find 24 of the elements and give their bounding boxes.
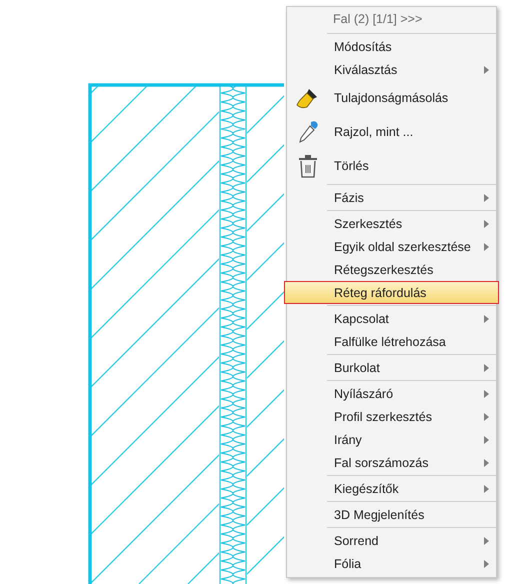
menu-item[interactable]: Fal sorszámozás [284,451,499,474]
menu-item[interactable]: Egyik oldal szerkesztése [284,235,499,258]
menu-item[interactable]: Rétegszerkesztés [284,258,499,281]
menu-item[interactable]: Réteg ráfordulás [284,281,499,304]
menu-item[interactable]: Falfülke létrehozása [284,330,499,353]
menu-header: Fal (2) [1/1] >>> [332,11,424,28]
menu-item[interactable]: Módosítás [284,35,499,58]
menu-item[interactable]: Sorrend [284,529,499,552]
menu-item[interactable]: Kiegészítők [284,477,499,500]
trash-icon [298,154,318,178]
eyedropper-icon [297,120,319,144]
menu-item[interactable]: 3D Megjelenítés [284,503,499,526]
menu-item[interactable]: Kapcsolat [284,307,499,330]
menu-item[interactable]: Fólia [284,552,499,575]
menu-item[interactable]: Irány [284,428,499,451]
menu-item[interactable]: Fázis [284,186,499,209]
menu-item[interactable]: Profil szerkesztés [284,405,499,428]
menu-item[interactable]: Nyílászáró [284,382,499,405]
menu-item[interactable]: Tulajdonságmásolás [284,81,499,115]
menu-item[interactable]: Burkolat [284,356,499,379]
menu-item[interactable]: Kiválasztás [284,58,499,81]
menu-item[interactable]: Szerkesztés [284,212,499,235]
menu-item[interactable]: Rajzol, mint ... [284,115,499,149]
menu-item[interactable]: Törlés [284,149,499,183]
